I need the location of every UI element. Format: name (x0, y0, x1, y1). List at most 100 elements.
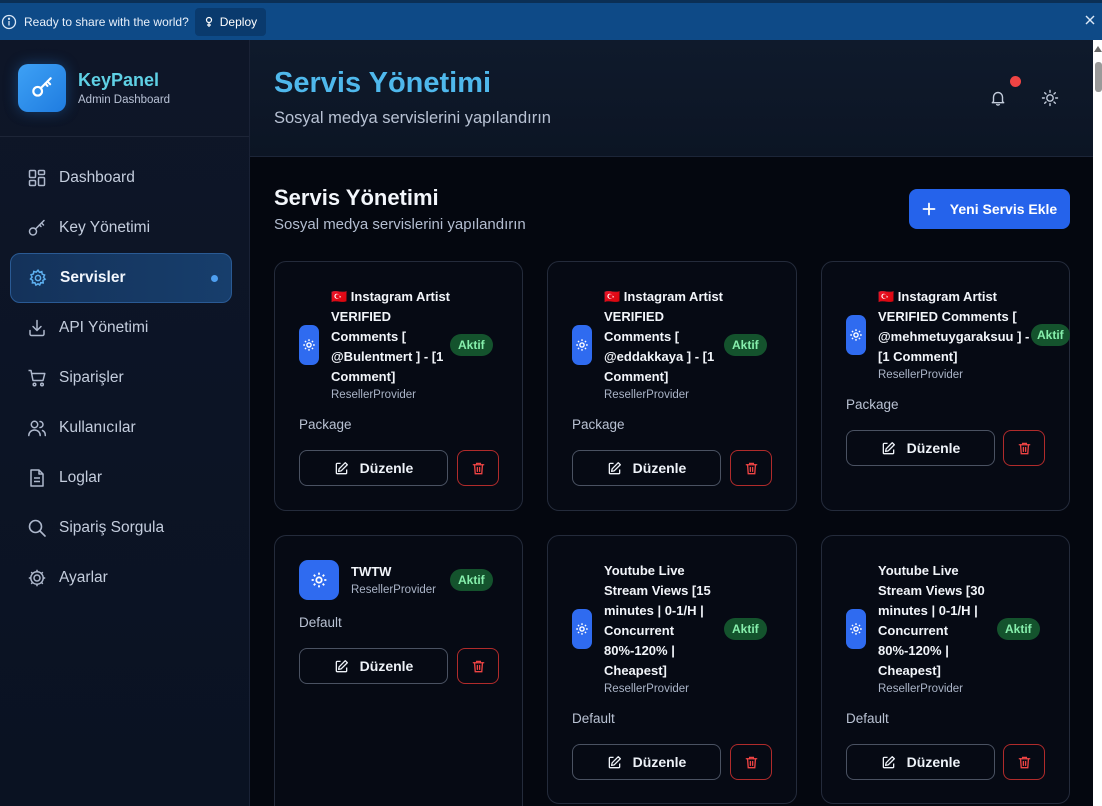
sidebar-item-label: Dashboard (59, 169, 135, 186)
service-provider: ResellerProvider (331, 389, 417, 401)
sidebar-item-api-yonetimi[interactable]: API Yönetimi (10, 303, 233, 353)
delete-button[interactable] (457, 648, 499, 684)
sidebar-item-label: Kullanıcılar (59, 419, 136, 436)
edit-button[interactable]: Düzenle (299, 648, 448, 684)
sidebar-item-label: Siparişler (59, 369, 124, 386)
grid-icon (27, 168, 47, 188)
service-provider: ResellerProvider (878, 369, 964, 381)
trash-icon (471, 461, 486, 476)
vertical-scrollbar[interactable] (1093, 40, 1102, 806)
edit-button[interactable]: Düzenle (846, 744, 995, 780)
sidebar-item-siparis-sorgula[interactable]: Sipariş Sorgula (10, 503, 233, 553)
sidebar-item-label: Sipariş Sorgula (59, 519, 165, 536)
edit-icon (881, 755, 896, 770)
service-name: 🇹🇷 Instagram Artist VERIFIED Comments [@ed… (604, 289, 724, 384)
download-icon (27, 318, 47, 338)
delete-button[interactable] (730, 450, 772, 486)
status-badge: Aktif (450, 569, 493, 591)
delete-button[interactable] (457, 450, 499, 486)
service-card: 🇹🇷 Instagram Artist VERIFIED Comments [@ed… (547, 261, 797, 511)
gear-icon (572, 325, 592, 365)
service-provider: ResellerProvider (878, 683, 964, 695)
cart-icon (27, 368, 47, 388)
plus-icon (922, 202, 936, 216)
key-icon (27, 218, 47, 238)
users-icon (27, 418, 47, 438)
service-package: Default (572, 711, 615, 726)
sidebar-item-label: Loglar (59, 469, 103, 486)
sidebar-item-key-yonetimi[interactable]: Key Yönetimi (10, 203, 233, 253)
scroll-up-arrow[interactable] (1094, 46, 1102, 52)
delete-button[interactable] (1003, 430, 1045, 466)
service-card: 🇹🇷 Instagram Artist VERIFIED Comments [@Bu… (274, 261, 523, 511)
section-title: Servis Yönetimi (274, 185, 439, 210)
sidebar-item-label: API Yönetimi (59, 319, 149, 336)
brand-title: KeyPanel (78, 70, 160, 90)
sidebar: KeyPanel Admin Dashboard Dashboard Key Y… (0, 40, 250, 806)
edit-icon (334, 659, 349, 674)
gear-icon (846, 609, 866, 649)
bell-icon[interactable] (990, 90, 1006, 106)
page-header: Servis Yönetimi Sosyal medya servislerin… (250, 40, 1093, 157)
sidebar-item-kullanicilar[interactable]: Kullanıcılar (10, 403, 233, 453)
sidebar-item-ayarlar[interactable]: Ayarlar (10, 553, 233, 603)
trash-icon (471, 659, 486, 674)
edit-icon (881, 441, 896, 456)
status-badge: Aktif (1031, 324, 1070, 346)
page-title: Servis Yönetimi (274, 67, 492, 99)
sidebar-item-servisler[interactable]: Servisler (10, 253, 232, 303)
service-package: Package (299, 417, 352, 432)
close-icon[interactable] (1083, 13, 1097, 27)
sidebar-item-label: Servisler (60, 269, 126, 286)
edit-button[interactable]: Düzenle (299, 450, 448, 486)
status-badge: Aktif (724, 334, 767, 356)
search-icon (27, 518, 47, 538)
edit-icon (334, 461, 349, 476)
gear-icon (28, 268, 48, 288)
notification-dot (1010, 76, 1021, 87)
active-indicator-dot (211, 274, 218, 282)
trash-icon (744, 755, 759, 770)
service-provider: ResellerProvider (351, 584, 437, 596)
sidebar-item-siparisler[interactable]: Siparişler (10, 353, 233, 403)
brand-subtitle: Admin Dashboard (78, 94, 171, 106)
add-service-button[interactable]: Yeni Servis Ekle (909, 189, 1070, 229)
edit-button[interactable]: Düzenle (572, 744, 721, 780)
gear-icon (299, 325, 319, 365)
service-name: TWTW (351, 564, 392, 579)
banner-message: Ready to share with the world? (24, 14, 189, 29)
file-icon (27, 468, 47, 488)
key-logo-icon (18, 64, 66, 112)
service-package: Default (299, 615, 342, 630)
delete-button[interactable] (1003, 744, 1045, 780)
theme-toggle-icon[interactable] (1041, 89, 1059, 107)
gear-icon (299, 560, 339, 600)
deploy-button[interactable]: Deploy (194, 7, 267, 36)
service-package: Package (846, 397, 899, 412)
sidebar-item-label: Key Yönetimi (59, 219, 151, 236)
section-subtitle: Sosyal medya servislerini yapılandırın (274, 216, 526, 233)
service-name: 🇹🇷 Instagram Artist VERIFIED Comments [@Bu… (331, 289, 451, 384)
trash-icon (1017, 441, 1032, 456)
service-card: TWTW ResellerProvider Aktif Default Düze… (274, 535, 523, 806)
gear-icon (572, 609, 592, 649)
brand: KeyPanel Admin Dashboard (0, 40, 249, 137)
scrollbar-thumb[interactable] (1095, 62, 1102, 92)
edit-button[interactable]: Düzenle (846, 430, 995, 466)
service-name: 🇹🇷 Instagram Artist VERIFIED Comments [@m… (878, 289, 1030, 364)
edit-button[interactable]: Düzenle (572, 450, 721, 486)
service-package: Package (572, 417, 625, 432)
sidebar-nav: Dashboard Key Yönetimi Servisler API Yön… (0, 137, 249, 603)
sidebar-item-loglar[interactable]: Loglar (10, 453, 233, 503)
trash-icon (1017, 755, 1032, 770)
deploy-banner: Ready to share with the world? Deploy (0, 0, 1102, 40)
edit-icon (607, 755, 622, 770)
delete-button[interactable] (730, 744, 772, 780)
edit-icon (607, 461, 622, 476)
sidebar-item-label: Ayarlar (59, 569, 108, 586)
status-badge: Aktif (724, 618, 767, 640)
add-service-label: Yeni Servis Ekle (949, 201, 1058, 217)
sidebar-item-dashboard[interactable]: Dashboard (10, 153, 233, 203)
service-package: Default (846, 711, 889, 726)
service-provider: ResellerProvider (604, 389, 690, 401)
